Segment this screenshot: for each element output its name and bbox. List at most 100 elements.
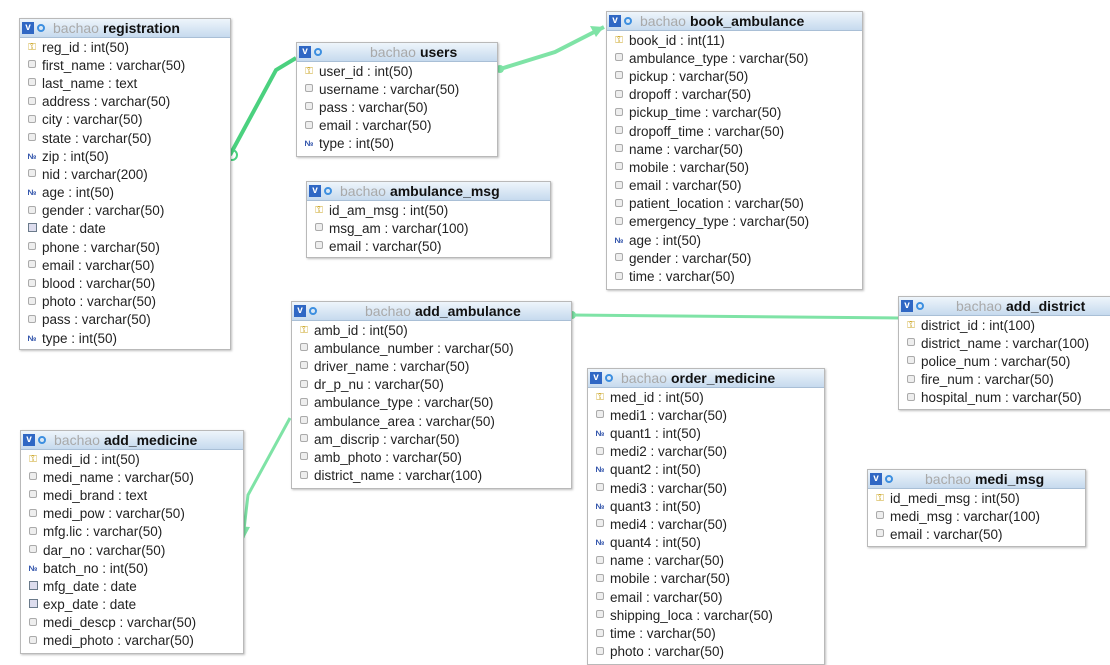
column-row[interactable]: quant2 : int(50) xyxy=(588,461,824,479)
column-row[interactable]: username : varchar(50) xyxy=(297,80,497,98)
table-registration[interactable]: v bachao registration reg_id : int(50) fi… xyxy=(19,18,231,350)
v-icon[interactable]: v xyxy=(22,22,34,34)
column-row[interactable]: amb_id : int(50) xyxy=(292,321,571,339)
column-row[interactable]: batch_no : int(50) xyxy=(21,559,243,577)
column-row[interactable]: msg_am : varchar(100) xyxy=(307,219,550,237)
table-ambulance_msg[interactable]: v bachao ambulance_msg id_am_msg : int(5… xyxy=(306,181,551,258)
table-book_ambulance[interactable]: v bachao book_ambulance book_id : int(11… xyxy=(606,11,863,290)
column-row[interactable]: email : varchar(50) xyxy=(20,256,230,274)
column-row[interactable]: ambulance_area : varchar(50) xyxy=(292,412,571,430)
designer-canvas[interactable]: v bachao registration reg_id : int(50) fi… xyxy=(0,0,1110,665)
table-header[interactable]: v bachao medi_msg xyxy=(868,470,1085,489)
column-row[interactable]: email : varchar(50) xyxy=(588,588,824,606)
column-row[interactable]: email : varchar(50) xyxy=(868,525,1085,543)
table-header[interactable]: v bachao add_district xyxy=(899,297,1110,316)
column-row[interactable]: email : varchar(50) xyxy=(297,117,497,135)
table-header[interactable]: v bachao users xyxy=(297,43,497,62)
column-row[interactable]: mobile : varchar(50) xyxy=(607,158,862,176)
column-row[interactable]: mfg.lic : varchar(50) xyxy=(21,523,243,541)
table-header[interactable]: v bachao order_medicine xyxy=(588,369,824,388)
column-row[interactable]: dropoff_time : varchar(50) xyxy=(607,122,862,140)
column-row[interactable]: pickup : varchar(50) xyxy=(607,67,862,85)
options-icon[interactable] xyxy=(885,475,893,483)
column-row[interactable]: type : int(50) xyxy=(297,135,497,153)
column-row[interactable]: medi_id : int(50) xyxy=(21,450,243,468)
v-icon[interactable]: v xyxy=(590,372,602,384)
table-order_medicine[interactable]: v bachao order_medicine med_id : int(50)… xyxy=(587,368,825,665)
options-icon[interactable] xyxy=(37,24,45,32)
column-row[interactable]: medi_photo : varchar(50) xyxy=(21,632,243,650)
column-row[interactable]: medi_msg : varchar(100) xyxy=(868,507,1085,525)
column-row[interactable]: am_discrip : varchar(50) xyxy=(292,430,571,448)
table-medi_msg[interactable]: v bachao medi_msg id_medi_msg : int(50) m… xyxy=(867,469,1086,547)
column-row[interactable]: dr_p_nu : varchar(50) xyxy=(292,376,571,394)
column-row[interactable]: medi3 : varchar(50) xyxy=(588,479,824,497)
column-row[interactable]: amb_photo : varchar(50) xyxy=(292,448,571,466)
column-row[interactable]: time : varchar(50) xyxy=(607,267,862,285)
column-row[interactable]: pass : varchar(50) xyxy=(20,311,230,329)
column-row[interactable]: first_name : varchar(50) xyxy=(20,56,230,74)
column-row[interactable]: patient_location : varchar(50) xyxy=(607,195,862,213)
column-row[interactable]: district_name : varchar(100) xyxy=(899,334,1110,352)
table-header[interactable]: v bachao book_ambulance xyxy=(607,12,862,31)
options-icon[interactable] xyxy=(314,48,322,56)
options-icon[interactable] xyxy=(38,436,46,444)
column-row[interactable]: age : int(50) xyxy=(607,231,862,249)
column-row[interactable]: medi_brand : text xyxy=(21,486,243,504)
column-row[interactable]: name : varchar(50) xyxy=(588,552,824,570)
options-icon[interactable] xyxy=(624,17,632,25)
options-icon[interactable] xyxy=(324,187,332,195)
options-icon[interactable] xyxy=(309,307,317,315)
column-row[interactable]: ambulance_type : varchar(50) xyxy=(292,394,571,412)
column-row[interactable]: nid : varchar(200) xyxy=(20,165,230,183)
column-row[interactable]: medi2 : varchar(50) xyxy=(588,443,824,461)
column-row[interactable]: last_name : text xyxy=(20,74,230,92)
column-row[interactable]: date : date xyxy=(20,220,230,238)
column-row[interactable]: medi_name : varchar(50) xyxy=(21,468,243,486)
column-row[interactable]: pass : varchar(50) xyxy=(297,98,497,116)
v-icon[interactable]: v xyxy=(870,473,882,485)
column-row[interactable]: district_id : int(100) xyxy=(899,316,1110,334)
column-row[interactable]: book_id : int(11) xyxy=(607,31,862,49)
table-header[interactable]: v bachao add_medicine xyxy=(21,431,243,450)
v-icon[interactable]: v xyxy=(901,300,913,312)
column-row[interactable]: exp_date : date xyxy=(21,596,243,614)
column-row[interactable]: photo : varchar(50) xyxy=(20,293,230,311)
column-row[interactable]: med_id : int(50) xyxy=(588,388,824,406)
v-icon[interactable]: v xyxy=(309,185,321,197)
column-row[interactable]: name : varchar(50) xyxy=(607,140,862,158)
column-row[interactable]: zip : int(50) xyxy=(20,147,230,165)
column-row[interactable]: gender : varchar(50) xyxy=(20,202,230,220)
column-row[interactable]: state : varchar(50) xyxy=(20,129,230,147)
column-row[interactable]: medi_descp : varchar(50) xyxy=(21,614,243,632)
column-row[interactable]: fire_num : varchar(50) xyxy=(899,371,1110,389)
column-row[interactable]: quant4 : int(50) xyxy=(588,534,824,552)
column-row[interactable]: medi4 : varchar(50) xyxy=(588,515,824,533)
column-row[interactable]: pickup_time : varchar(50) xyxy=(607,104,862,122)
column-row[interactable]: time : varchar(50) xyxy=(588,624,824,642)
column-row[interactable]: shipping_loca : varchar(50) xyxy=(588,606,824,624)
column-row[interactable]: ambulance_type : varchar(50) xyxy=(607,49,862,67)
v-icon[interactable]: v xyxy=(609,15,621,27)
options-icon[interactable] xyxy=(605,374,613,382)
column-row[interactable]: driver_name : varchar(50) xyxy=(292,357,571,375)
v-icon[interactable]: v xyxy=(294,305,306,317)
table-add_medicine[interactable]: v bachao add_medicine medi_id : int(50)m… xyxy=(20,430,244,654)
column-row[interactable]: emergency_type : varchar(50) xyxy=(607,213,862,231)
column-row[interactable]: email : varchar(50) xyxy=(307,237,550,255)
column-row[interactable]: quant3 : int(50) xyxy=(588,497,824,515)
table-header[interactable]: v bachao registration xyxy=(20,19,230,38)
column-row[interactable]: phone : varchar(50) xyxy=(20,238,230,256)
v-icon[interactable]: v xyxy=(23,434,35,446)
table-add_district[interactable]: v bachao add_district district_id : int(… xyxy=(898,296,1110,410)
column-row[interactable]: hospital_num : varchar(50) xyxy=(899,389,1110,407)
column-row[interactable]: mobile : varchar(50) xyxy=(588,570,824,588)
column-row[interactable]: dropoff : varchar(50) xyxy=(607,86,862,104)
column-row[interactable]: dar_no : varchar(50) xyxy=(21,541,243,559)
table-users[interactable]: v bachao users user_id : int(50) username… xyxy=(296,42,498,157)
table-header[interactable]: v bachao ambulance_msg xyxy=(307,182,550,201)
column-row[interactable]: id_medi_msg : int(50) xyxy=(868,489,1085,507)
column-row[interactable]: email : varchar(50) xyxy=(607,177,862,195)
table-add_ambulance[interactable]: v bachao add_ambulance amb_id : int(50) a… xyxy=(291,301,572,489)
table-header[interactable]: v bachao add_ambulance xyxy=(292,302,571,321)
